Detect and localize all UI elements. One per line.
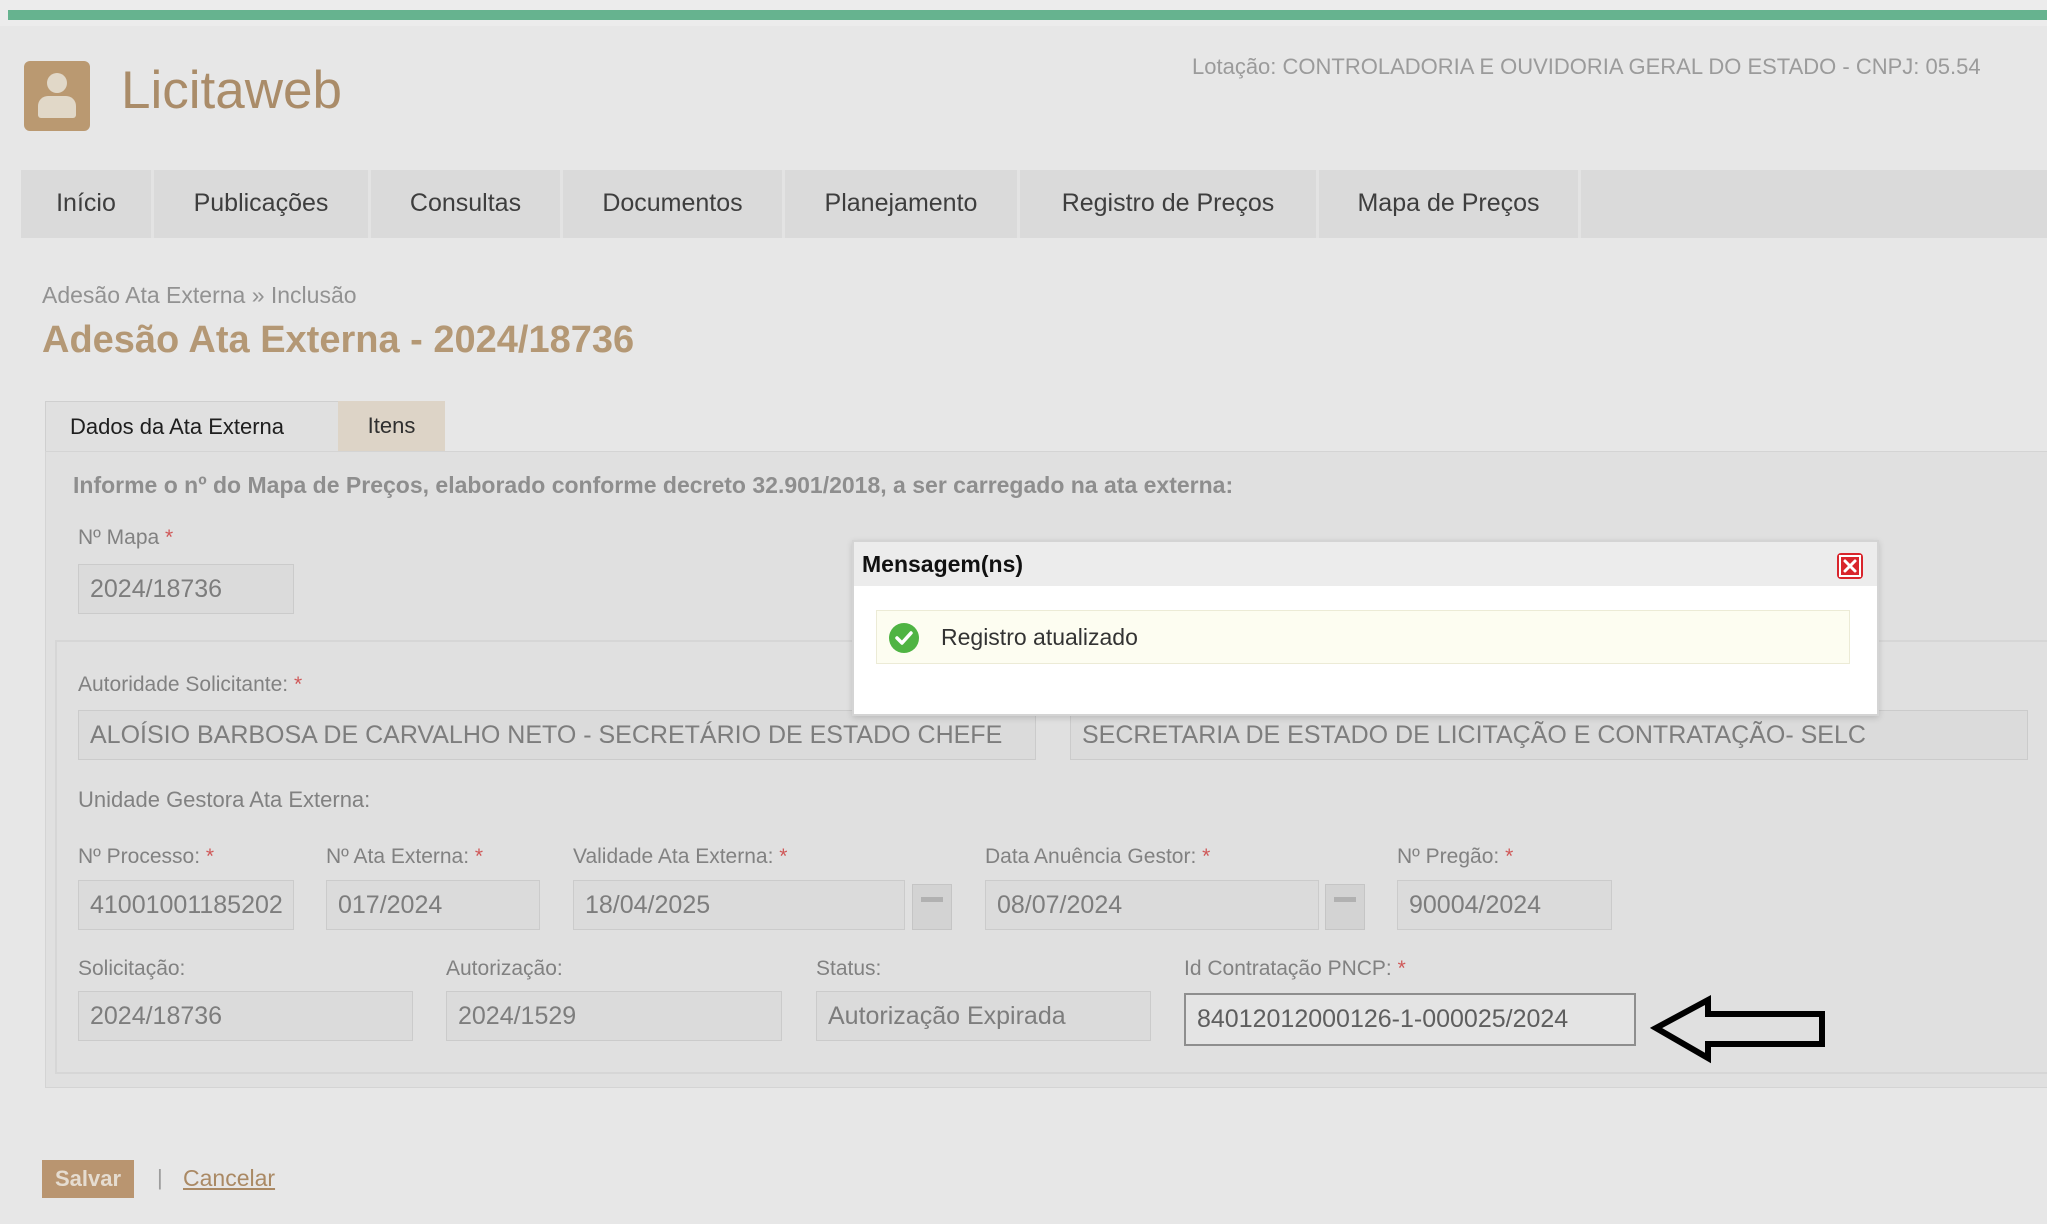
- top-accent-bar: [0, 0, 2047, 26]
- autoridade-label: Autoridade Solicitante: *: [78, 673, 302, 697]
- success-message: Registro atualizado: [876, 610, 1850, 664]
- required-mark: *: [779, 845, 788, 868]
- lotacao-text: Lotação: CONTROLADORIA E OUVIDORIA GERAL…: [1192, 54, 1981, 79]
- anuencia-date-input[interactable]: 08/07/2024: [985, 880, 1319, 930]
- ata-externa-input[interactable]: 017/2024: [326, 880, 540, 930]
- processo-label: Nº Processo: *: [78, 845, 214, 869]
- page: Licitaweb Lotação: CONTROLADORIA E OUVID…: [0, 0, 2047, 1224]
- calendar-button-icon[interactable]: [1325, 884, 1365, 930]
- cancel-link[interactable]: Cancelar: [183, 1165, 275, 1192]
- unidade-gestora-label: Unidade Gestora Ata Externa:: [78, 787, 371, 812]
- ata-externa-label: Nº Ata Externa: *: [326, 845, 483, 869]
- pregao-label: Nº Pregão: *: [1397, 845, 1513, 869]
- nav-item-planejamento[interactable]: Planejamento: [785, 170, 1020, 238]
- message-text: Registro atualizado: [941, 624, 1138, 650]
- nav-item-registro-precos[interactable]: Registro de Preços: [1020, 170, 1319, 238]
- logo-head: [47, 73, 67, 93]
- status-label: Status:: [816, 957, 882, 980]
- autoridade-label-text: Autoridade Solicitante:: [78, 673, 289, 696]
- required-mark: *: [165, 526, 174, 549]
- solicitacao-label: Solicitação:: [78, 957, 186, 980]
- nav-item-consultas[interactable]: Consultas: [371, 170, 563, 238]
- processo-label-text: Nº Processo:: [78, 845, 201, 868]
- tab-dados-ata-externa[interactable]: Dados da Ata Externa: [45, 401, 340, 452]
- required-mark: *: [1397, 957, 1406, 980]
- dialog-title: Mensagem(ns): [862, 551, 1024, 577]
- validade-label: Validade Ata Externa: *: [573, 845, 787, 869]
- breadcrumb: Adesão Ata Externa » Inclusão: [42, 282, 357, 308]
- status-field: Autorização Expirada: [816, 991, 1151, 1041]
- autorizacao-label: Autorização:: [446, 957, 563, 980]
- tab-dados-label: Dados da Ata Externa: [70, 414, 285, 439]
- main-nav: Início Publicações Consultas Documentos …: [21, 170, 2047, 238]
- pncp-id-input[interactable]: 84012012000126-1-000025/2024: [1184, 993, 1636, 1046]
- nav-item-documentos[interactable]: Documentos: [563, 170, 785, 238]
- mapa-label-text: Nº Mapa: [78, 526, 160, 549]
- mapa-input[interactable]: 2024/18736: [78, 564, 294, 614]
- nav-item-inicio[interactable]: Início: [21, 170, 154, 238]
- close-icon[interactable]: [1837, 553, 1863, 579]
- calendar-bar: [921, 897, 943, 902]
- message-dialog: Mensagem(ns) Registro atualizado: [852, 540, 1879, 716]
- validade-date-input[interactable]: 18/04/2025: [573, 880, 905, 930]
- pncp-label: Id Contratação PNCP: *: [1184, 957, 1406, 981]
- close-svg: [1839, 555, 1861, 577]
- required-mark: *: [1202, 845, 1211, 868]
- autorizacao-field: 2024/1529: [446, 991, 782, 1041]
- anuencia-label-text: Data Anuência Gestor:: [985, 845, 1197, 868]
- anuencia-label: Data Anuência Gestor: *: [985, 845, 1210, 869]
- mapa-label: Nº Mapa *: [78, 526, 173, 550]
- action-separator: |: [157, 1165, 163, 1190]
- nav-item-publicacoes[interactable]: Publicações: [154, 170, 371, 238]
- top-accent-line: [8, 10, 2047, 20]
- brand-title[interactable]: Licitaweb: [121, 60, 342, 121]
- required-mark: *: [205, 845, 215, 868]
- pncp-label-text: Id Contratação PNCP:: [1184, 957, 1392, 980]
- required-mark: *: [293, 673, 303, 696]
- required-mark: *: [1505, 845, 1514, 868]
- save-button[interactable]: Salvar: [42, 1160, 134, 1198]
- check-circle-icon: [889, 623, 919, 653]
- ata-externa-label-text: Nº Ata Externa:: [326, 845, 470, 868]
- arrow-svg: [1649, 994, 1825, 1064]
- orgao-solicitante-field[interactable]: SECRETARIA DE ESTADO DE LICITAÇÃO E CONT…: [1070, 710, 2028, 760]
- required-mark: *: [474, 845, 484, 868]
- dialog-header: Mensagem(ns): [854, 542, 1877, 586]
- nav-item-mapa-precos[interactable]: Mapa de Preços: [1319, 170, 1581, 238]
- validade-label-text: Validade Ata Externa:: [573, 845, 774, 868]
- left-arrow-annotation-icon: [1649, 990, 1830, 1075]
- calendar-button-icon[interactable]: [912, 884, 952, 930]
- solicitacao-field: 2024/18736: [78, 991, 413, 1041]
- pregao-input[interactable]: 90004/2024: [1397, 880, 1612, 930]
- autoridade-solicitante-field[interactable]: ALOÍSIO BARBOSA DE CARVALHO NETO - SECRE…: [78, 710, 1036, 760]
- pregao-label-text: Nº Pregão:: [1397, 845, 1500, 868]
- calendar-bar: [1334, 897, 1356, 902]
- logo-shoulders: [38, 96, 76, 118]
- check-svg: [895, 631, 913, 645]
- user-logo-icon: [24, 61, 90, 131]
- processo-input[interactable]: 41001001185202: [78, 880, 294, 930]
- tab-itens[interactable]: Itens: [338, 401, 445, 451]
- info-text: Informe o nº do Mapa de Preços, elaborad…: [73, 472, 1234, 498]
- page-title: Adesão Ata Externa - 2024/18736: [42, 319, 635, 361]
